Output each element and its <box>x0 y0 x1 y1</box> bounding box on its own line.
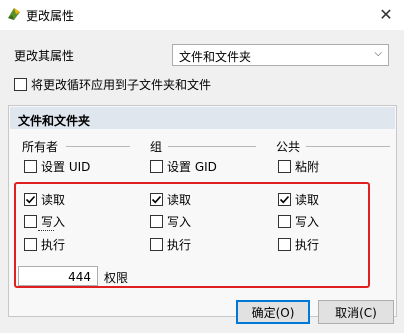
group-title: 文件和文件夹 <box>18 114 91 128</box>
public-divider <box>306 146 390 147</box>
cancel-button-label: 取消(C) <box>335 305 377 320</box>
cancel-button[interactable]: 取消(C) <box>318 300 394 324</box>
group-divider <box>168 146 256 147</box>
dialog-body: 更改其属性 文件和文件夹 ⌵ 将更改循环应用到子文件夹和文件 文件和文件夹 所有… <box>0 30 404 333</box>
close-button[interactable]: ✕ <box>372 2 400 26</box>
ok-button-label: 确定(O) <box>251 305 295 320</box>
title-bar: 更改属性 ✕ <box>0 0 404 30</box>
owner-setuid-checkbox[interactable] <box>24 160 37 173</box>
window-title: 更改属性 <box>26 9 75 23</box>
owner-title: 所有者 <box>22 140 59 154</box>
highlight-annotation <box>14 182 370 288</box>
public-sticky-option[interactable]: 粘附 <box>278 158 319 175</box>
group-header: 文件和文件夹 <box>10 107 395 129</box>
public-sticky-label: 粘附 <box>295 160 320 174</box>
change-attributes-label: 更改其属性 <box>14 49 75 63</box>
public-sticky-checkbox[interactable] <box>278 160 291 173</box>
close-icon: ✕ <box>379 4 393 24</box>
recursive-option[interactable]: 将更改循环应用到子文件夹和文件 <box>14 76 211 93</box>
group-setgid-label: 设置 GID <box>167 160 217 174</box>
chevron-down-icon: ⌵ <box>374 48 382 59</box>
recursive-label: 将更改循环应用到子文件夹和文件 <box>31 78 212 92</box>
recursive-checkbox[interactable] <box>14 78 27 91</box>
group-setgid-option[interactable]: 设置 GID <box>150 158 217 175</box>
group-setgid-checkbox[interactable] <box>150 160 163 173</box>
app-icon <box>8 8 20 20</box>
group-col-title: 组 <box>150 140 163 154</box>
owner-setuid-option[interactable]: 设置 UID <box>24 158 90 175</box>
owner-setuid-label: 设置 UID <box>41 160 91 174</box>
owner-divider <box>66 146 130 147</box>
public-title: 公共 <box>276 140 301 154</box>
ok-button[interactable]: 确定(O) <box>236 300 310 324</box>
target-type-value: 文件和文件夹 <box>179 50 252 64</box>
target-type-select[interactable]: 文件和文件夹 ⌵ <box>172 44 389 66</box>
